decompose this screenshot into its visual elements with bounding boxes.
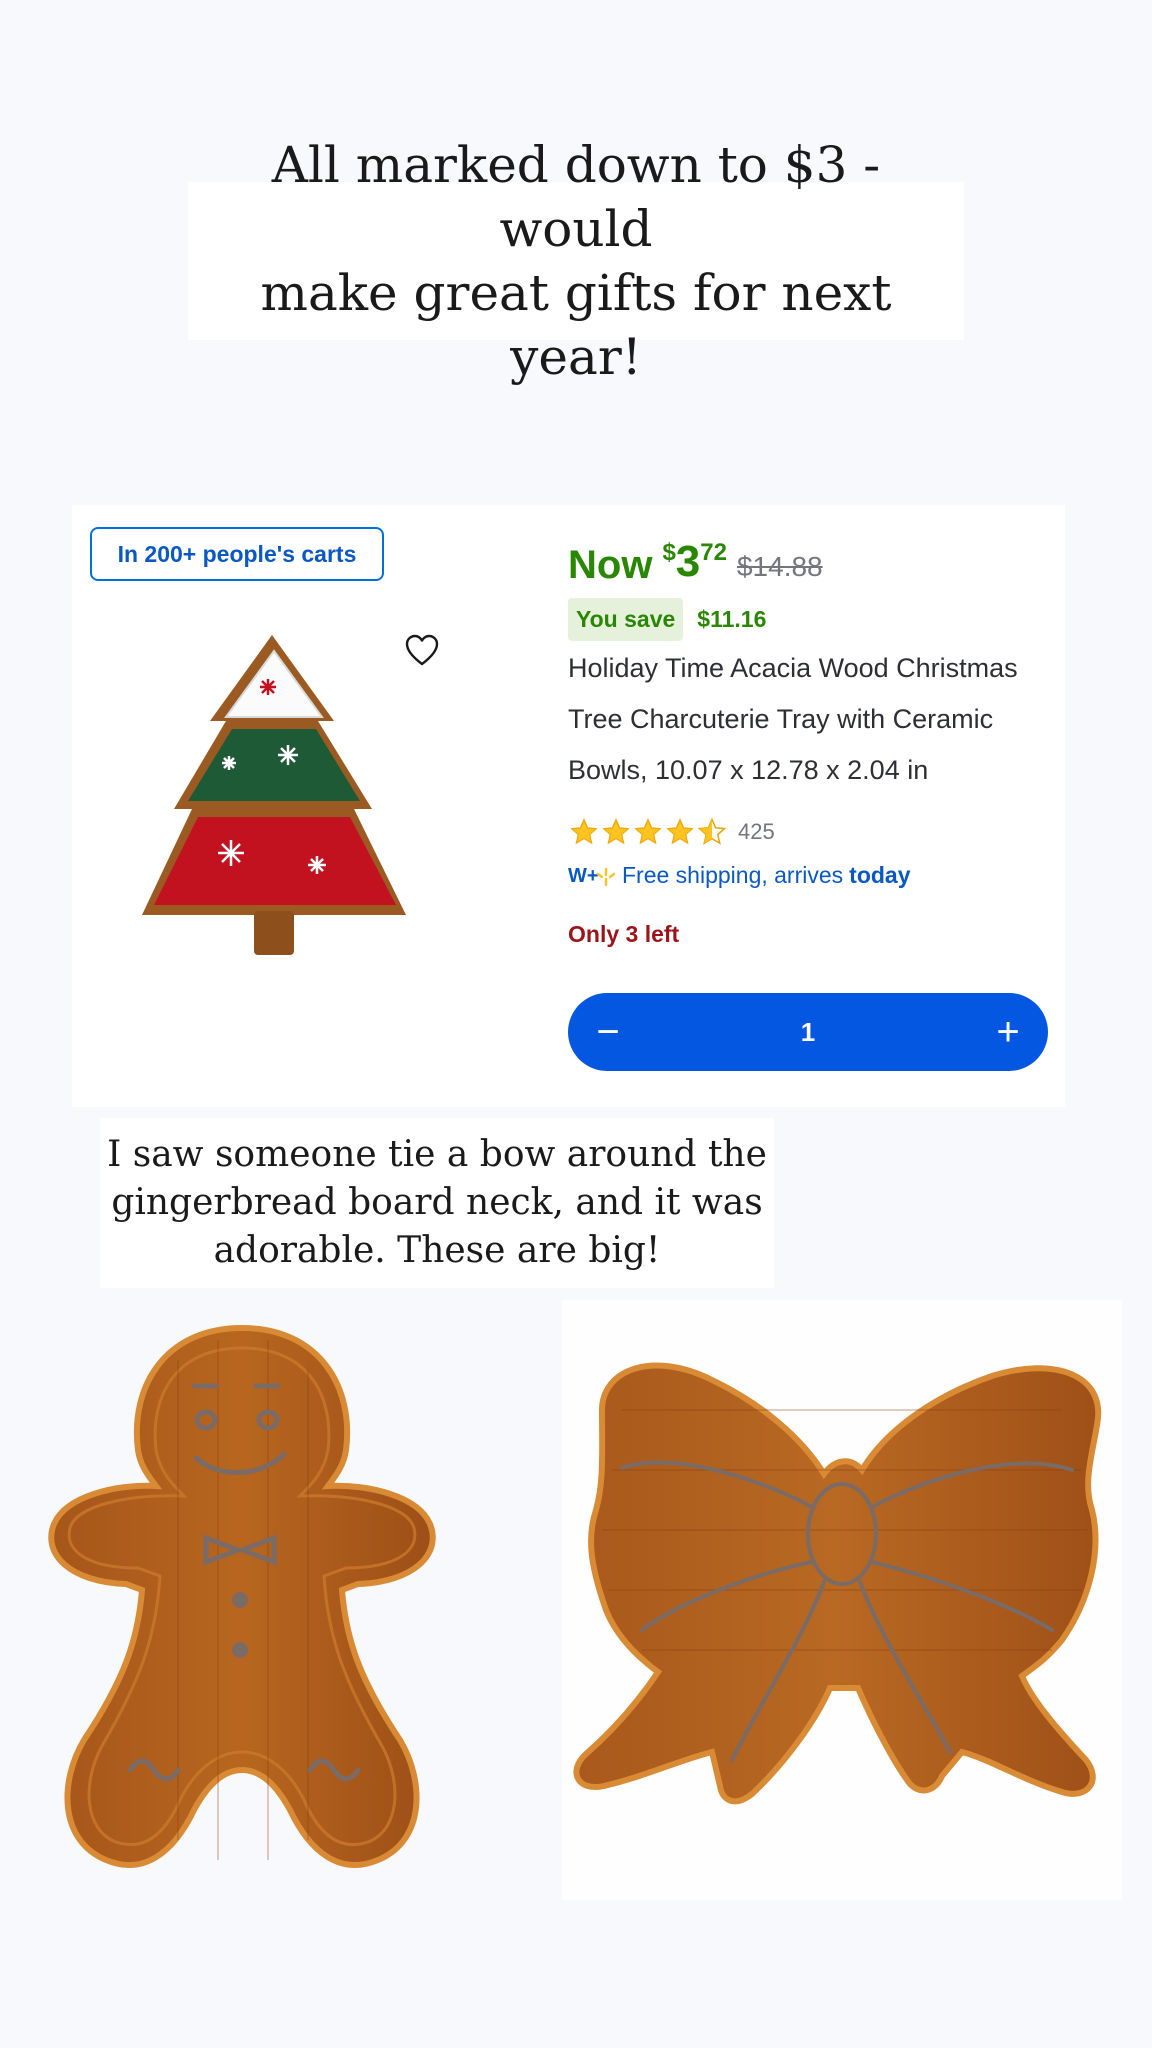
gingerbread-board-image (48, 1324, 436, 1868)
christmas-tree-tray-image (142, 635, 406, 955)
stock-status: Only 3 left (568, 921, 680, 947)
increase-quantity-button[interactable]: + (968, 993, 1048, 1071)
decrease-quantity-button[interactable]: − (568, 993, 648, 1071)
product-card[interactable]: In 200+ people's carts Now $ 3 72 $14.88 (72, 505, 1065, 1107)
price-currency: $ (662, 539, 676, 566)
star-rating (568, 817, 728, 847)
caption-middle-line-2: gingerbread board neck, and it was (111, 1182, 763, 1223)
shipping-text: Free shipping, arrives (622, 861, 844, 888)
savings-amount: $11.16 (697, 605, 767, 632)
price-cents: 72 (700, 539, 727, 566)
price-was: $14.88 (736, 551, 823, 582)
svg-text:W+: W+ (568, 865, 599, 887)
star-icon (634, 818, 662, 845)
savings-label: You save (568, 597, 684, 641)
caption-middle: I saw someone tie a bow around the ginge… (100, 1118, 774, 1288)
quantity-stepper[interactable]: − 1 + (568, 993, 1048, 1071)
savings-row: You save $11.16 (568, 597, 766, 641)
review-count[interactable]: 425 (738, 819, 775, 845)
caption-middle-line-1: I saw someone tie a bow around the (107, 1134, 767, 1175)
price-now-label: Now (568, 543, 653, 587)
carts-badge: In 200+ people's carts (90, 527, 384, 581)
star-icon (570, 818, 598, 845)
quantity-value: 1 (800, 1016, 816, 1047)
star-icon (602, 818, 630, 845)
price-dollars: 3 (675, 537, 701, 586)
heart-icon[interactable] (404, 633, 440, 669)
rating-row[interactable]: 425 (568, 815, 775, 849)
caption-top-line-1: All marked down to $3 - would (271, 136, 881, 258)
price-row: Now $ 3 72 $14.88 (568, 533, 823, 593)
half-star-icon (697, 817, 727, 845)
product-title[interactable]: Holiday Time Acacia Wood Christmas Tree … (568, 643, 1058, 796)
walmart-plus-icon: W+ (568, 865, 616, 887)
star-icon (666, 818, 694, 845)
caption-top: All marked down to $3 - would make great… (188, 136, 964, 386)
caption-top-line-2: make great gifts for next year! (260, 264, 892, 386)
shipping-row: W+ Free shipping, arrives today (568, 855, 911, 895)
bow-board-image (562, 1300, 1122, 1900)
shipping-today: today (849, 861, 911, 888)
caption-middle-line-3: adorable. These are big! (213, 1230, 661, 1271)
